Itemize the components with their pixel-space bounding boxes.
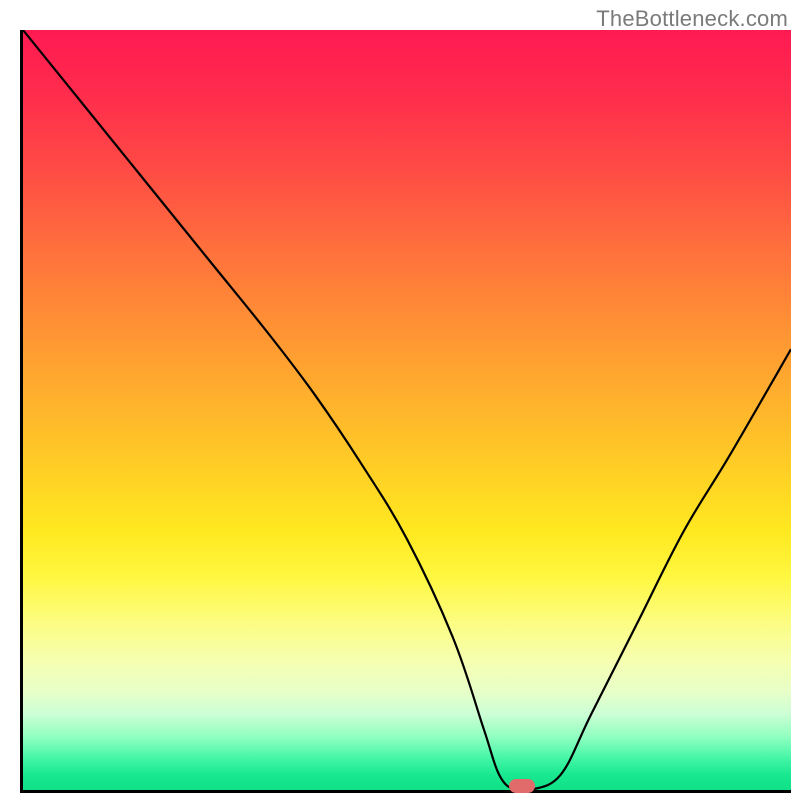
plot-area bbox=[20, 30, 791, 793]
optimal-marker bbox=[509, 779, 535, 793]
watermark-text: TheBottleneck.com bbox=[596, 6, 788, 32]
bottleneck-curve bbox=[23, 30, 791, 790]
chart-container: TheBottleneck.com bbox=[0, 0, 800, 800]
